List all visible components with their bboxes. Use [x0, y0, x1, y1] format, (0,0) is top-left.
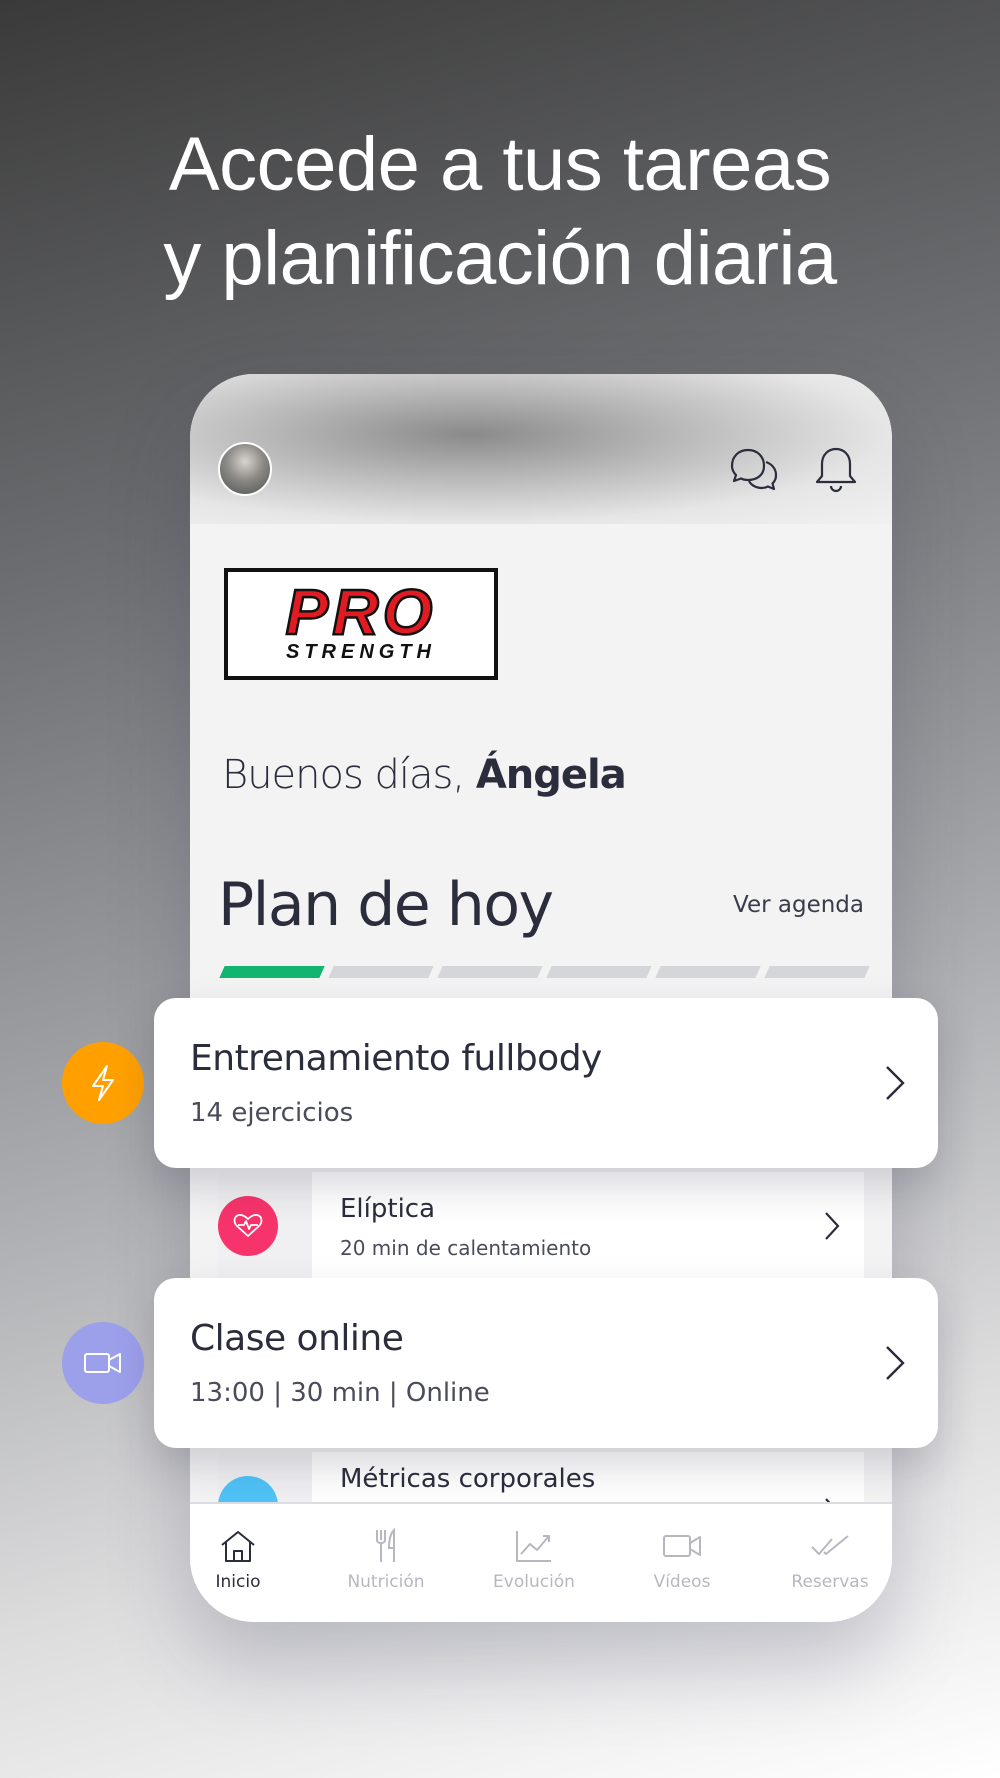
greeting-name: Ángela	[475, 752, 627, 798]
progress-segment	[764, 966, 870, 978]
task-subtitle: 20 min de calentamiento	[340, 1236, 592, 1260]
chevron-right-icon	[886, 1066, 905, 1100]
task-row-eliptica[interactable]: Elíptica 20 min de calentamiento	[218, 1172, 864, 1280]
bottom-tab-bar: Inicio Nutrición Evolución Vídeos Reserv…	[190, 1502, 892, 1622]
progress-segment	[546, 966, 652, 978]
progress-segment	[219, 966, 325, 978]
tab-inicio[interactable]: Inicio	[190, 1528, 298, 1592]
plan-title: Plan de hoy	[218, 870, 554, 940]
chart-icon	[516, 1531, 551, 1562]
tab-evolucion[interactable]: Evolución	[474, 1528, 594, 1592]
headline-line-1: Accede a tus tareas	[168, 122, 832, 207]
double-check-icon	[811, 1535, 849, 1555]
logo-text-bottom: STRENGTH	[286, 641, 436, 663]
tab-reservas[interactable]: Reservas	[770, 1528, 890, 1592]
tab-label: Inicio	[215, 1572, 261, 1592]
bell-icon[interactable]	[810, 444, 862, 496]
headline-line-2: y planificación diaria	[163, 216, 837, 301]
tab-label: Reservas	[791, 1572, 869, 1592]
video-camera-icon	[62, 1322, 144, 1404]
progress-segment	[437, 966, 543, 978]
headline: Accede a tus tareas y planificación diar…	[0, 118, 1000, 306]
card-title: Entrenamiento fullbody	[190, 1038, 602, 1079]
task-card-clase-online[interactable]: Clase online 13:00 | 30 min | Online	[154, 1278, 938, 1448]
card-subtitle: 14 ejercicios	[190, 1098, 354, 1128]
ver-agenda-link[interactable]: Ver agenda	[733, 892, 864, 918]
progress-segment	[655, 966, 761, 978]
avatar[interactable]	[218, 442, 272, 496]
video-icon	[663, 1535, 701, 1557]
chat-icon[interactable]	[728, 444, 780, 496]
tab-nutricion[interactable]: Nutrición	[326, 1528, 446, 1592]
card-title: Clase online	[190, 1318, 404, 1359]
tab-label: Nutrición	[347, 1572, 425, 1592]
chevron-right-icon	[825, 1212, 840, 1240]
gym-logo: PRO STRENGTH	[224, 568, 498, 680]
cutlery-icon	[376, 1528, 395, 1562]
lightning-icon	[62, 1042, 144, 1124]
chevron-right-icon	[886, 1346, 905, 1380]
tab-videos[interactable]: Vídeos	[622, 1528, 742, 1592]
task-title: Métricas corporales	[340, 1464, 596, 1494]
task-title: Elíptica	[340, 1194, 436, 1224]
logo-text-top: PRO	[286, 576, 437, 648]
tab-label: Vídeos	[653, 1572, 711, 1592]
greeting-prefix: Buenos días,	[222, 752, 465, 798]
greeting: Buenos días, Ángela	[222, 752, 627, 798]
task-card-entrenamiento[interactable]: Entrenamiento fullbody 14 ejercicios	[154, 998, 938, 1168]
header-background	[190, 374, 892, 524]
daily-progress	[218, 966, 870, 980]
card-subtitle: 13:00 | 30 min | Online	[190, 1378, 490, 1408]
tab-label: Evolución	[493, 1572, 575, 1592]
home-icon	[221, 1531, 255, 1562]
heart-rate-icon	[218, 1196, 278, 1256]
progress-segment	[328, 966, 434, 978]
